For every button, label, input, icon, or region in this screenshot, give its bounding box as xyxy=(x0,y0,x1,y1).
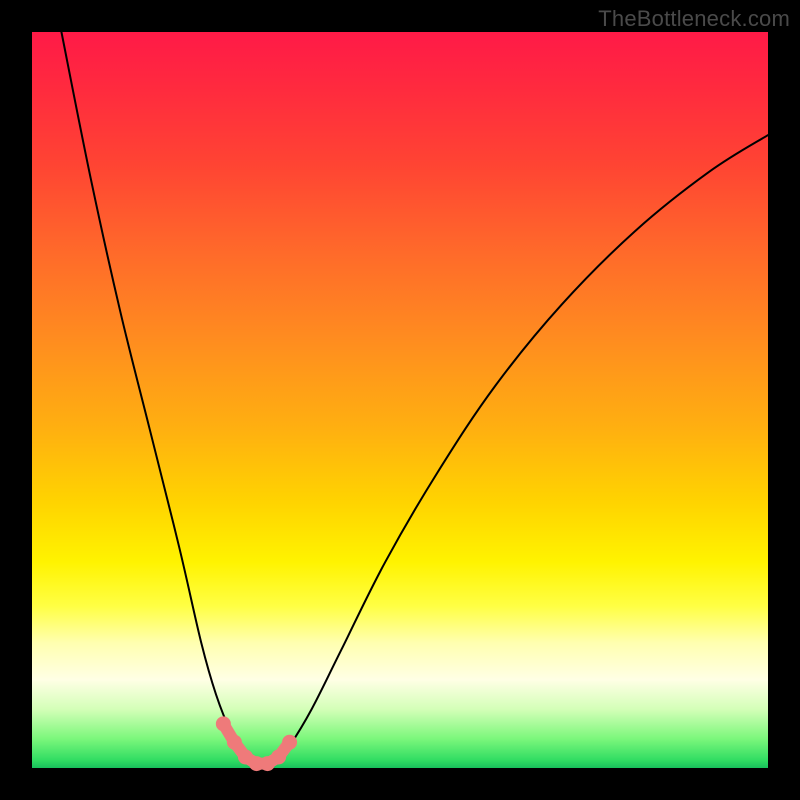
data-dot xyxy=(271,749,286,764)
data-dot xyxy=(227,735,242,750)
watermark-text: TheBottleneck.com xyxy=(598,6,790,32)
curve-right-branch xyxy=(275,135,768,764)
bottleneck-curve xyxy=(32,32,768,768)
data-dot xyxy=(216,716,231,731)
curve-left-branch xyxy=(61,32,256,764)
data-dot xyxy=(282,735,297,750)
data-dots xyxy=(216,716,297,771)
chart-frame: TheBottleneck.com xyxy=(0,0,800,800)
plot-area xyxy=(32,32,768,768)
